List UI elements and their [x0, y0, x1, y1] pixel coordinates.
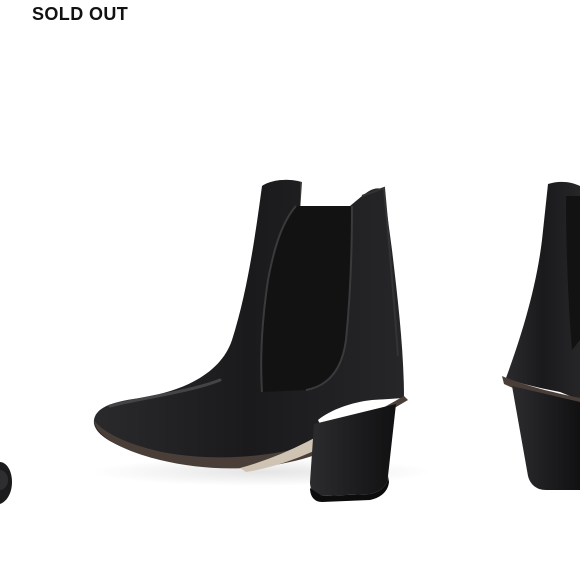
product-image-carousel: [0, 0, 580, 580]
main-product-image[interactable]: [90, 170, 420, 510]
next-image-button[interactable]: [500, 170, 580, 510]
previous-image-button[interactable]: [0, 170, 24, 510]
